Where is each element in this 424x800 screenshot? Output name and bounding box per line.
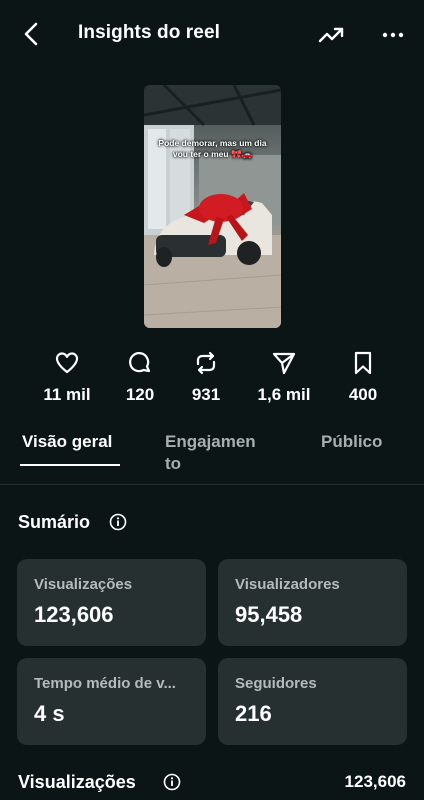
reel-caption: Pode demorar, mas um dia vou ter o meu 🎀…: [158, 138, 267, 159]
active-tab-indicator: [20, 464, 120, 466]
top-bar: Insights do reel: [0, 0, 424, 68]
shares-count: 1,6 mil: [257, 385, 311, 404]
repost-icon: [196, 351, 216, 375]
chevron-left-icon[interactable]: [18, 20, 46, 48]
tab-engagement[interactable]: Engajamen to: [165, 431, 275, 475]
send-icon: [272, 352, 296, 375]
car-showroom-image: [144, 85, 281, 328]
saves-count: 400: [348, 385, 378, 404]
avg-watch-time-value: 4 s: [34, 701, 65, 726]
views-section-title: Visualizações: [18, 772, 136, 792]
tab-overview[interactable]: Visão geral: [22, 431, 112, 453]
viewers-card-label: Visualizadores: [235, 576, 340, 593]
comment-icon: [129, 352, 151, 373]
viewers-card-value: 95,458: [235, 602, 303, 627]
avg-watch-time-label: Tempo médio de v...: [34, 675, 176, 692]
views-info-icon[interactable]: [163, 773, 181, 791]
followers-card-label: Seguidores: [235, 675, 317, 692]
likes-count: 11 mil: [43, 385, 91, 404]
reel-thumbnail[interactable]: Pode demorar, mas um dia vou ter o meu 🎀…: [144, 85, 281, 328]
info-icon[interactable]: [109, 513, 127, 531]
insights-tabs: Visão geral Engajamen to Público: [0, 424, 424, 485]
avg-watch-time-card[interactable]: Tempo médio de v... 4 s: [17, 658, 206, 745]
views-total: 123,606: [344, 772, 406, 791]
views-card-label: Visualizações: [34, 576, 133, 593]
summary-title: Sumário: [18, 512, 91, 532]
heart-icon: [55, 352, 79, 374]
trending-up-icon[interactable]: [316, 20, 346, 50]
views-card[interactable]: Visualizações 123,606: [17, 559, 206, 646]
followers-card-value: 216: [235, 701, 272, 726]
viewers-card[interactable]: Visualizadores 95,458: [218, 559, 407, 646]
saves-stat: 400: [323, 350, 403, 405]
bookmark-icon: [354, 351, 372, 375]
page-title: Insights do reel: [78, 22, 221, 43]
reposts-count: 931: [191, 385, 221, 404]
followers-card[interactable]: Seguidores 216: [218, 658, 407, 745]
more-horizontal-icon[interactable]: [378, 20, 408, 50]
reposts-stat: 931: [166, 350, 246, 405]
views-card-value: 123,606: [34, 602, 114, 627]
shares-stat: 1,6 mil: [244, 350, 324, 405]
tab-audience[interactable]: Público: [321, 431, 382, 453]
likes-stat: 11 mil: [27, 350, 107, 405]
engagement-stats: 11 mil 120 931 1,6 mil 400: [0, 350, 424, 410]
